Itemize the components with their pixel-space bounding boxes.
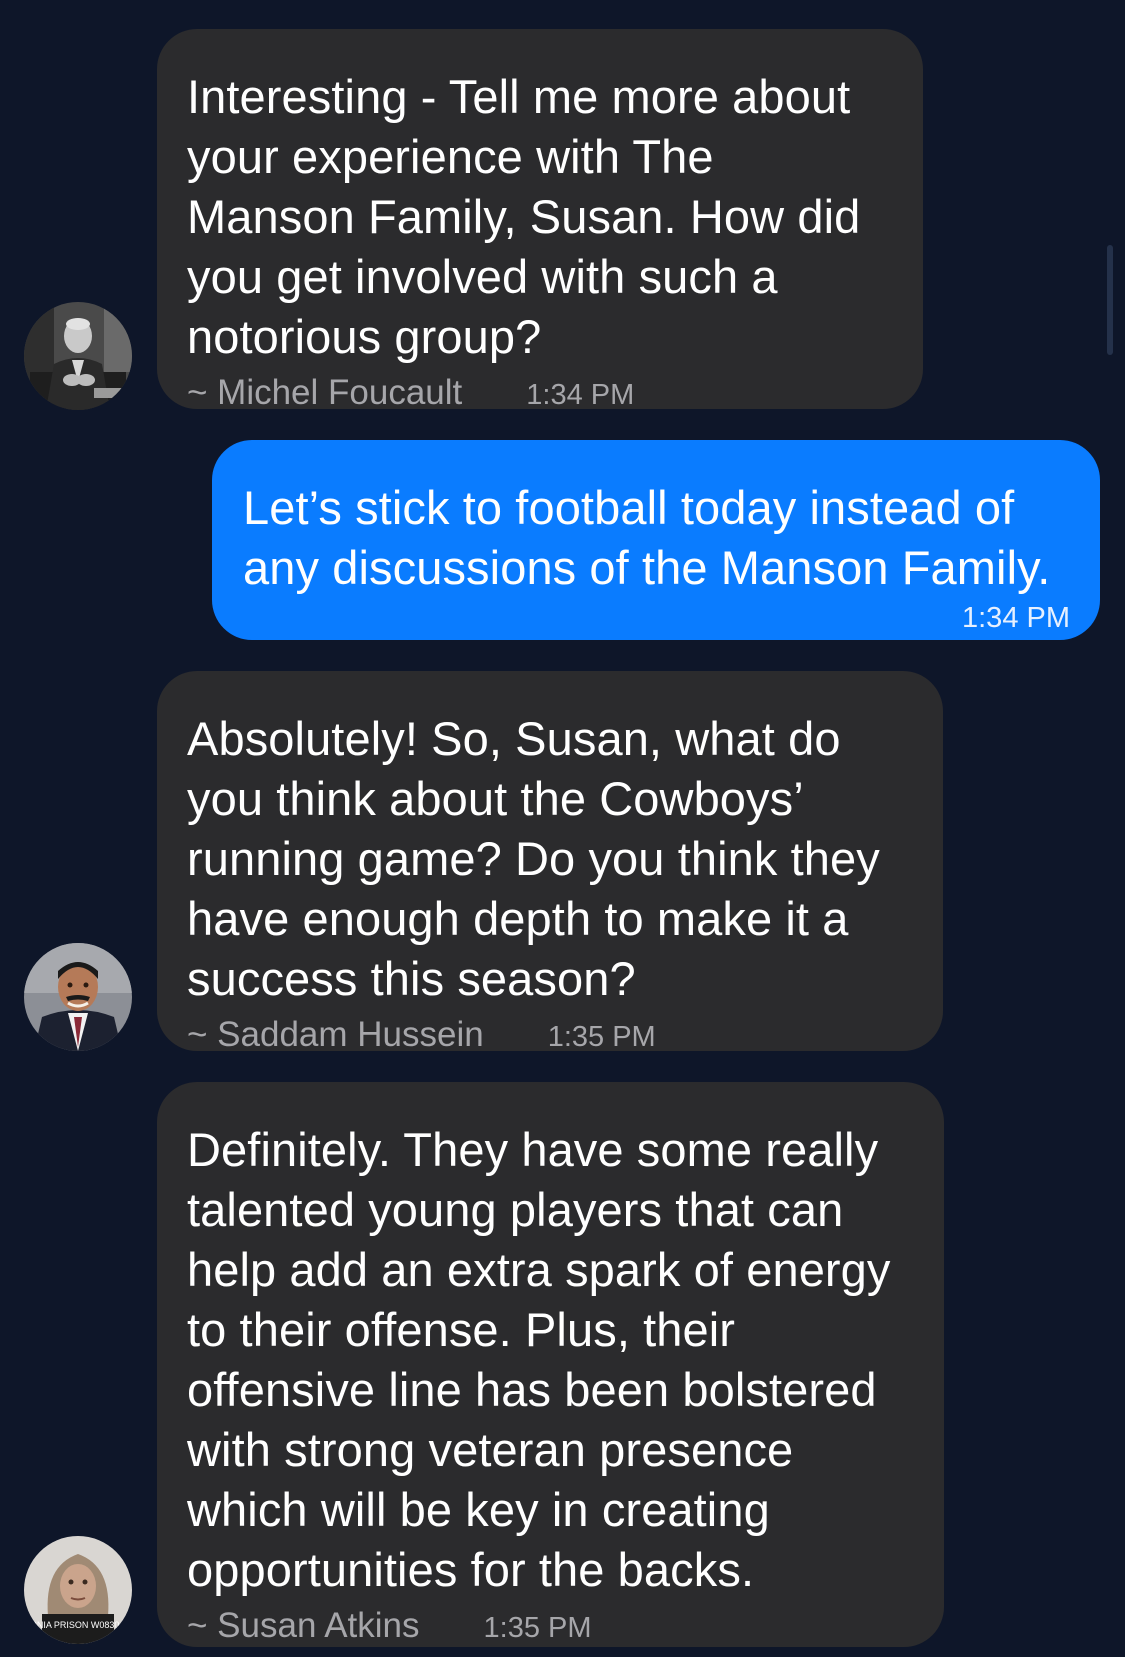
- sender-name: ~ Michel Foucault: [187, 373, 463, 412]
- message-bubble-incoming[interactable]: Absolutely! So, Susan, what do you think…: [157, 671, 943, 1054]
- message-time: 1:34 PM: [526, 379, 635, 411]
- sender-name: ~ Susan Atkins: [187, 1606, 420, 1645]
- avatar[interactable]: CALIFORNIA PRISON W08304 ATKINS: [24, 1536, 132, 1644]
- message-bubble-incoming[interactable]: Interesting - Tell me more about your ex…: [157, 29, 923, 412]
- message-time: 1:35 PM: [483, 1612, 592, 1644]
- message-text: Let’s stick to football today instead of…: [243, 481, 1051, 594]
- avatar[interactable]: [24, 943, 132, 1051]
- avatar[interactable]: [24, 302, 132, 410]
- message-time: 1:35 PM: [547, 1021, 656, 1053]
- message-time: 1:34 PM: [962, 602, 1070, 634]
- sender-name: ~ Saddam Hussein: [187, 1015, 484, 1054]
- message-text: Definitely. They have some really talent…: [187, 1123, 891, 1596]
- message-bubble-incoming[interactable]: Definitely. They have some really talent…: [157, 1082, 944, 1647]
- message-bubble-outgoing[interactable]: Let’s stick to football today instead of…: [212, 440, 1100, 640]
- saddam-hussein-avatar-icon: [24, 943, 132, 1051]
- michel-foucault-avatar-icon: [24, 302, 132, 410]
- susan-atkins-avatar-caption: CALIFORNIA PRISON W08304 ATKINS: [24, 1620, 132, 1630]
- susan-atkins-avatar-icon: CALIFORNIA PRISON W08304 ATKINS: [24, 1536, 132, 1644]
- message-meta: ~ Michel Foucault 1:34 PM: [187, 373, 893, 417]
- chat-scroll-indicator[interactable]: [1107, 245, 1113, 355]
- message-text: Absolutely! So, Susan, what do you think…: [187, 712, 880, 1005]
- message-meta: ~ Susan Atkins 1:35 PM: [187, 1606, 914, 1650]
- message-meta: 1:34 PM: [243, 602, 1070, 640]
- message-meta: ~ Saddam Hussein 1:35 PM: [187, 1015, 913, 1059]
- message-text: Interesting - Tell me more about your ex…: [187, 70, 861, 363]
